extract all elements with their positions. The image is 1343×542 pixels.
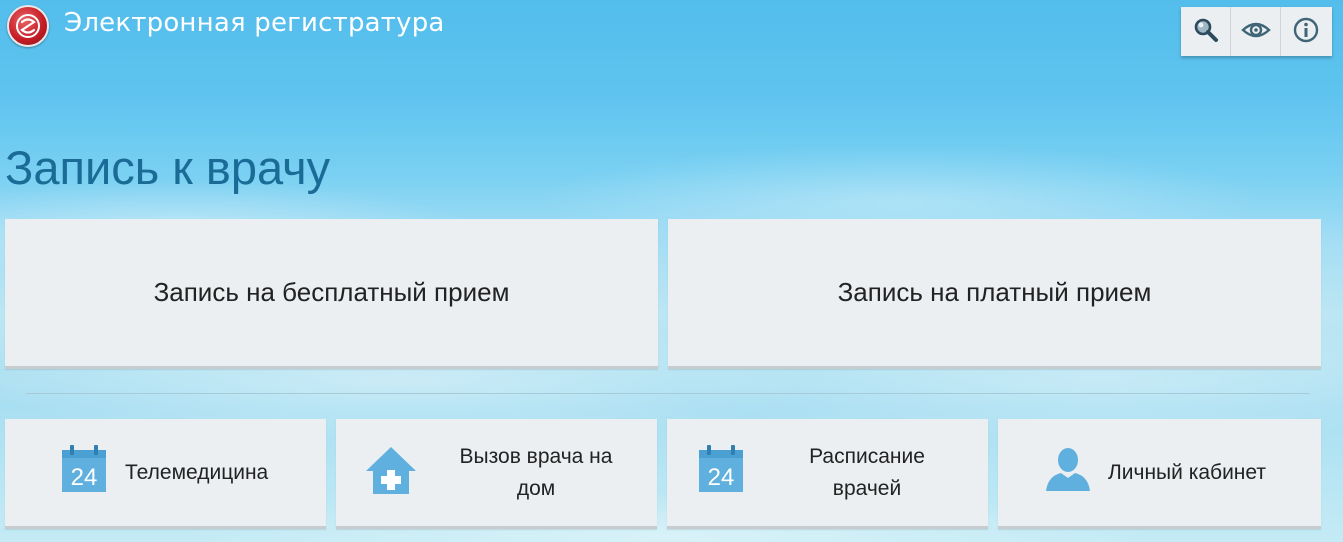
home-visit-label-line1: Вызов врача на xyxy=(459,445,613,468)
calendar-icon-text: 24 xyxy=(71,464,98,491)
home-visit-button[interactable]: Вызов врача на дом xyxy=(336,419,657,529)
personal-account-button[interactable]: Личный кабинет xyxy=(998,419,1321,529)
search-button[interactable] xyxy=(1181,7,1231,56)
house-plus-icon xyxy=(364,444,418,502)
calendar-icon: 24 xyxy=(60,444,108,500)
header: Электронная регистратура xyxy=(0,0,1343,56)
page-title: Запись к врачу xyxy=(5,141,331,194)
telemedicine-label: Телемедицина xyxy=(125,461,269,484)
section-divider xyxy=(26,393,1310,394)
home-visit-label-line2: дом xyxy=(516,477,556,500)
free-appointment-button[interactable]: Запись на бесплатный прием xyxy=(5,219,658,369)
calendar-icon-text: 24 xyxy=(708,464,735,491)
info-icon xyxy=(1293,17,1319,47)
calendar-icon: 24 xyxy=(697,444,745,500)
info-button[interactable] xyxy=(1281,7,1331,56)
accessibility-view-button[interactable] xyxy=(1231,7,1281,56)
paid-appointment-label: Запись на платный прием xyxy=(837,277,1152,307)
doctors-schedule-label-line2: врачей xyxy=(832,477,902,500)
toolbar xyxy=(1181,7,1332,56)
magnifier-icon xyxy=(1192,16,1220,48)
free-appointment-label: Запись на бесплатный прием xyxy=(153,277,510,307)
app-title[interactable]: Электронная регистратура xyxy=(64,8,445,38)
user-icon xyxy=(1044,445,1092,499)
telemedicine-button[interactable]: 24 Телемедицина xyxy=(5,419,326,529)
paid-appointment-button[interactable]: Запись на платный прием xyxy=(668,219,1321,369)
doctors-schedule-button[interactable]: 24 Расписание врачей xyxy=(667,419,988,529)
doctors-schedule-label-line1: Расписание xyxy=(809,445,925,468)
personal-account-label: Личный кабинет xyxy=(1108,461,1266,484)
eye-icon xyxy=(1240,19,1271,45)
clinic-logo-icon[interactable] xyxy=(7,5,49,47)
